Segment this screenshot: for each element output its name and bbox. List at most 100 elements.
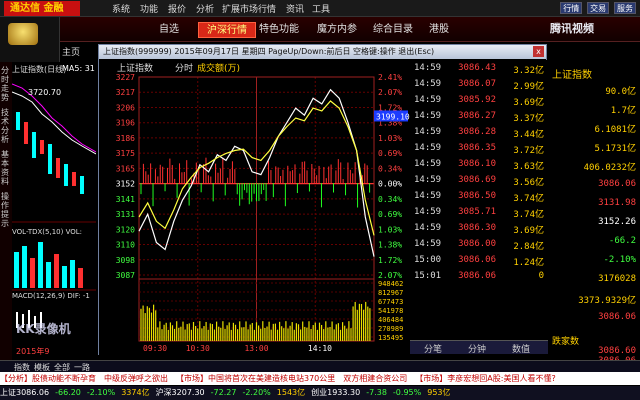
cursor-value-label: 3199.10 (376, 112, 410, 121)
menu-function[interactable]: 功能 (140, 2, 158, 15)
pct-tick-label: 0.34% (378, 195, 402, 204)
tick-time: 14:59 (414, 143, 442, 153)
price-tick-label: 3120 (116, 225, 135, 234)
tick-volume: 3.56亿 (513, 178, 544, 188)
price-tick-label: 3186 (116, 134, 135, 143)
price-tick-label: 3131 (116, 210, 135, 219)
tick-time: 14:59 (414, 175, 442, 185)
bottom-value-1: 3086.60 (598, 346, 636, 356)
tick-volume: 3.32亿 (513, 66, 544, 76)
tick-row: 14:59 3085.71 3.74亿 (410, 206, 548, 220)
tick-list[interactable]: 14:59 3086.43 3.32亿 14:59 3086.07 2.99亿 14:59 3… (410, 60, 548, 355)
service-button[interactable]: 服务 (614, 2, 636, 14)
close-icon[interactable]: x (533, 46, 544, 57)
tick-row: 14:59 3085.92 3.69亿 (410, 94, 548, 108)
news-ticker[interactable]: 【分析】股债动能不断孕育 中级反弹呼之欲出 【市场】中国将首次在美建造核电站370公… (0, 372, 640, 385)
tab-minutes[interactable]: 分钟 (468, 342, 486, 355)
tab-ticks[interactable]: 分笔 (424, 342, 442, 355)
volume-tick-label: 948462 (378, 280, 403, 288)
kk-recorder-watermark: KK录像机 (16, 322, 71, 336)
daily-kline-panel[interactable]: 上证指数(日线) MA5: 31 3720.70 VOL-TDX(5,10) V… (0, 62, 96, 360)
side-label-technical[interactable]: 技术分析 (1, 108, 11, 144)
tick-volume: 3.74亿 (513, 210, 544, 220)
window-title[interactable]: 上证指数(999999) 2015年09月17日 星期四 PageUp/Down… (99, 45, 546, 59)
status-item: -2.20% (242, 388, 271, 397)
side-label-intraday[interactable]: 分时走势 (1, 66, 11, 102)
stat-value: 5.1731亿 (594, 144, 636, 154)
left-side-labels: 分时走势 技术分析 基本资料 操作提示 (0, 62, 12, 360)
tab-hk-stocks[interactable]: 港股 (410, 22, 468, 38)
time-tick-label: 13:00 (244, 344, 268, 353)
status-bar: 上证3086.06 -66.20 -2.10% 3374亿 沪深3207.30 -72.2… (0, 386, 640, 400)
price-tick-label: 3152 (116, 180, 135, 189)
side-label-tips[interactable]: 操作提示 (1, 192, 11, 228)
news-item[interactable]: 【市场】李彦宏想回A股:美国人看不懂? (415, 374, 555, 383)
tick-row: 15:01 3086.06 0 (410, 270, 548, 283)
left-panel-price: 3720.70 (28, 88, 62, 97)
tick-price: 3086.10 (458, 159, 496, 169)
tick-row: 14:59 3086.07 2.99亿 (410, 78, 548, 92)
status-item: -2.10% (86, 388, 116, 397)
home-icon[interactable] (8, 23, 38, 45)
left-panel-vol-label: VOL-TDX(5,10) VOL: (12, 228, 83, 236)
tick-row: 14:59 3086.28 3.44亿 (410, 126, 548, 140)
tick-price: 3086.07 (458, 79, 496, 89)
home-area[interactable] (0, 17, 60, 62)
tick-volume: 0 (538, 271, 544, 281)
status-item: -0.95% (392, 388, 422, 397)
tick-time: 15:01 (414, 271, 442, 281)
tab-sh-sz-market[interactable]: 沪深行情 (198, 22, 256, 38)
stat-value: 3086.06 (598, 312, 636, 322)
tick-time: 14:59 (414, 239, 442, 249)
time-tick-label: 14:10 (308, 344, 332, 353)
tab-values[interactable]: 数值 (512, 342, 530, 355)
stat-value: 3131.98 (598, 198, 636, 208)
price-tick-label: 3206 (116, 103, 135, 112)
tick-time: 14:59 (414, 191, 442, 201)
tick-row: 14:59 3086.69 3.56亿 (410, 174, 548, 188)
status-item: 上证3086.06 (0, 388, 50, 397)
tick-tabs: 分笔 分钟 数值 (410, 340, 548, 355)
daily-kline-chart (12, 62, 96, 360)
menu-analysis[interactable]: 分析 (196, 2, 214, 15)
left-panel-ma: MA5: 31 (62, 64, 95, 73)
tab-insider[interactable]: 魔方内参 (308, 22, 366, 38)
status-item: 953亿 (427, 388, 451, 397)
tick-row: 14:59 3086.27 3.37亿 (410, 110, 548, 124)
tab-features[interactable]: 特色功能 (250, 22, 308, 38)
tick-volume: 3.74亿 (513, 194, 544, 204)
news-item[interactable]: 【分析】股债动能不断孕育 (0, 374, 96, 383)
tab-watchlist[interactable]: 自选 (140, 22, 198, 38)
pct-tick-label: 1.38% (378, 241, 402, 250)
stat-value: 6.1081亿 (594, 125, 636, 135)
side-label-fundamentals[interactable]: 基本资料 (1, 150, 11, 186)
pct-tick-label: 0.34% (378, 164, 402, 173)
menu-tools[interactable]: 工具 (312, 2, 330, 15)
time-tick-label: 09:30 (143, 344, 167, 353)
menu-info[interactable]: 资讯 (286, 2, 304, 15)
quote-button[interactable]: 行情 (560, 2, 583, 14)
index-info-panel: 上证指数 90.0亿 1.7亿 6.1081亿 5.1731亿 406.0232亿 308… (548, 44, 640, 366)
menu-quote[interactable]: 报价 (168, 2, 186, 15)
pct-tick-label: 0.69% (378, 149, 402, 158)
news-item[interactable]: 【市场】中国将首次在美建造核电站370公里 (176, 374, 335, 383)
declining-count-label: 跌家数 (552, 337, 580, 347)
tick-price: 3086.06 (458, 271, 496, 281)
tick-price: 3086.35 (458, 143, 496, 153)
volume-tick-label: 541978 (378, 307, 403, 315)
news-item[interactable]: 中级反弹呼之欲出 (104, 374, 168, 383)
tick-price: 3086.43 (458, 63, 496, 73)
trade-button[interactable]: 交易 (587, 2, 610, 14)
menu-extended-market[interactable]: 扩展市场行情 (222, 2, 276, 15)
tick-time: 14:59 (414, 159, 442, 169)
tick-volume: 2.99亿 (513, 82, 544, 92)
news-item[interactable]: 双方相建合资公司 (343, 374, 407, 383)
pct-tick-label: 2.07% (378, 88, 402, 97)
tick-time: 14:59 (414, 95, 442, 105)
pct-tick-label: 1.03% (378, 225, 402, 234)
tick-price: 3086.00 (458, 239, 496, 249)
stat-value: 1.7亿 (610, 106, 636, 116)
tick-price: 3086.50 (458, 191, 496, 201)
tick-volume: 1.24亿 (513, 258, 544, 268)
menu-system[interactable]: 系统 (112, 2, 130, 15)
